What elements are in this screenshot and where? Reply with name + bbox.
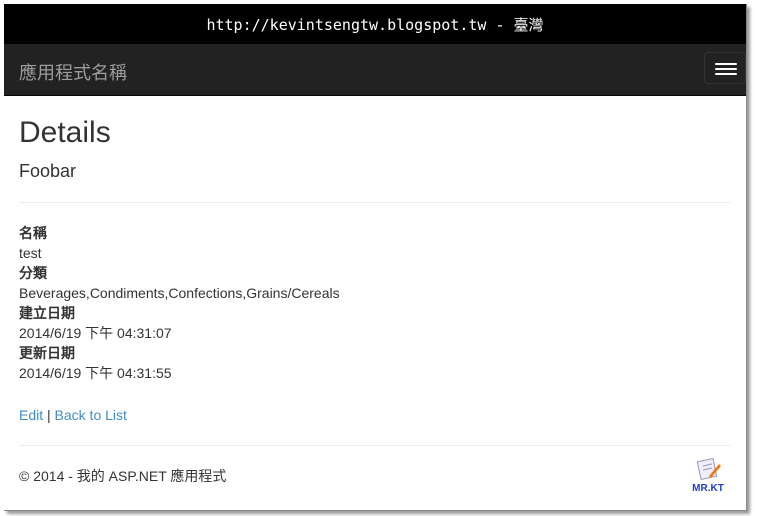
main-content: Details Foobar 名稱 test 分類 Beverages,Cond…: [4, 116, 746, 494]
edit-link[interactable]: Edit: [19, 407, 43, 423]
footer-text: © 2014 - 我的 ASP.NET 應用程式: [19, 468, 227, 484]
divider: [19, 202, 731, 203]
details-list: 名稱 test 分類 Beverages,Condiments,Confecti…: [19, 223, 731, 383]
back-to-list-link[interactable]: Back to List: [55, 407, 127, 423]
navbar: 應用程式名稱: [4, 44, 746, 96]
field-label-category: 分類: [19, 265, 47, 281]
mrkt-logo: MR.KT: [685, 457, 731, 499]
banner-text: http://kevintsengtw.blogspot.tw - 臺灣: [206, 16, 544, 34]
page-subtitle: Foobar: [19, 161, 77, 181]
link-separator: |: [43, 407, 55, 423]
field-label-updated: 更新日期: [19, 345, 75, 361]
navbar-toggle-button[interactable]: [704, 52, 746, 84]
field-label-name: 名稱: [19, 225, 47, 241]
field-value-updated: 2014/6/19 下午 04:31:55: [19, 365, 172, 381]
footer: © 2014 - 我的 ASP.NET 應用程式 MR.KT: [19, 457, 731, 494]
field-value-category: Beverages,Condiments,Confections,Grains/…: [19, 285, 340, 301]
watermark-banner: http://kevintsengtw.blogspot.tw - 臺灣: [4, 4, 746, 44]
notepad-pencil-icon: [696, 457, 721, 481]
navbar-brand[interactable]: 應用程式名稱: [19, 59, 127, 85]
hamburger-icon: [715, 63, 737, 65]
field-value-name: test: [19, 245, 42, 261]
divider: [19, 445, 731, 446]
browser-window: http://kevintsengtw.blogspot.tw - 臺灣 應用程…: [4, 4, 747, 511]
field-label-created: 建立日期: [19, 305, 75, 321]
field-value-created: 2014/6/19 下午 04:31:07: [19, 325, 172, 341]
hamburger-icon: [715, 73, 737, 75]
page-title: Details: [19, 116, 111, 149]
hamburger-icon: [715, 68, 737, 70]
action-links: Edit | Back to List: [19, 405, 731, 425]
